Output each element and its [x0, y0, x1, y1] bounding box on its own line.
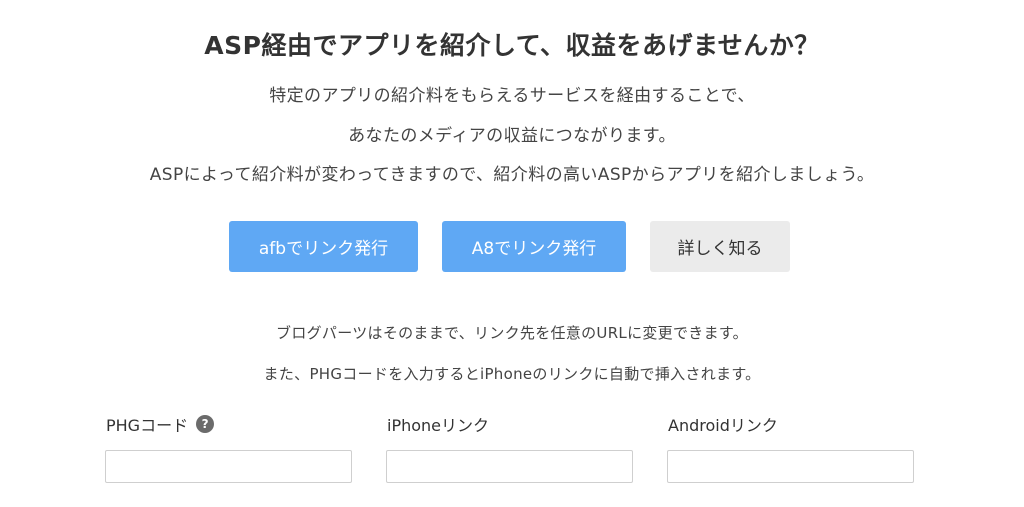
iphone-link-label-text: iPhoneリンク — [387, 416, 490, 435]
android-link-label: Androidリンク — [668, 414, 778, 435]
iphone-link-input[interactable] — [386, 450, 633, 483]
iphone-link-label: iPhoneリンク — [387, 414, 490, 435]
asp-link-section: ASP経由でアプリを紹介して、収益をあげませんか？ 特定のアプリの紹介料をもらえ… — [0, 0, 1024, 507]
android-link-label-text: Androidリンク — [668, 416, 778, 435]
description-line-1: 特定のアプリの紹介料をもらえるサービスを経由することで、 — [269, 86, 755, 106]
a8-link-button[interactable]: A8でリンク発行 — [442, 221, 626, 272]
phg-code-label-text: PHGコード — [106, 416, 189, 435]
phg-code-label: PHGコード ? — [106, 414, 215, 435]
note-line-2: また、PHGコードを入力するとiPhoneのリンクに自動で挿入されます。 — [263, 365, 761, 383]
afb-link-button[interactable]: afbでリンク発行 — [229, 221, 418, 272]
note-line-1: ブログパーツはそのままで、リンク先を任意のURLに変更できます。 — [276, 324, 748, 342]
description-line-2: あなたのメディアの収益につながります。 — [348, 126, 676, 146]
description-line-3: ASPによって紹介料が変わってきますので、紹介料の高いASPからアプリを紹介しま… — [149, 165, 875, 185]
android-link-input[interactable] — [667, 450, 914, 483]
help-icon[interactable]: ? — [196, 415, 215, 433]
section-heading: ASP経由でアプリを紹介して、収益をあげませんか？ — [204, 31, 820, 60]
phg-code-input[interactable] — [105, 450, 352, 483]
learn-more-button[interactable]: 詳しく知る — [650, 221, 790, 272]
